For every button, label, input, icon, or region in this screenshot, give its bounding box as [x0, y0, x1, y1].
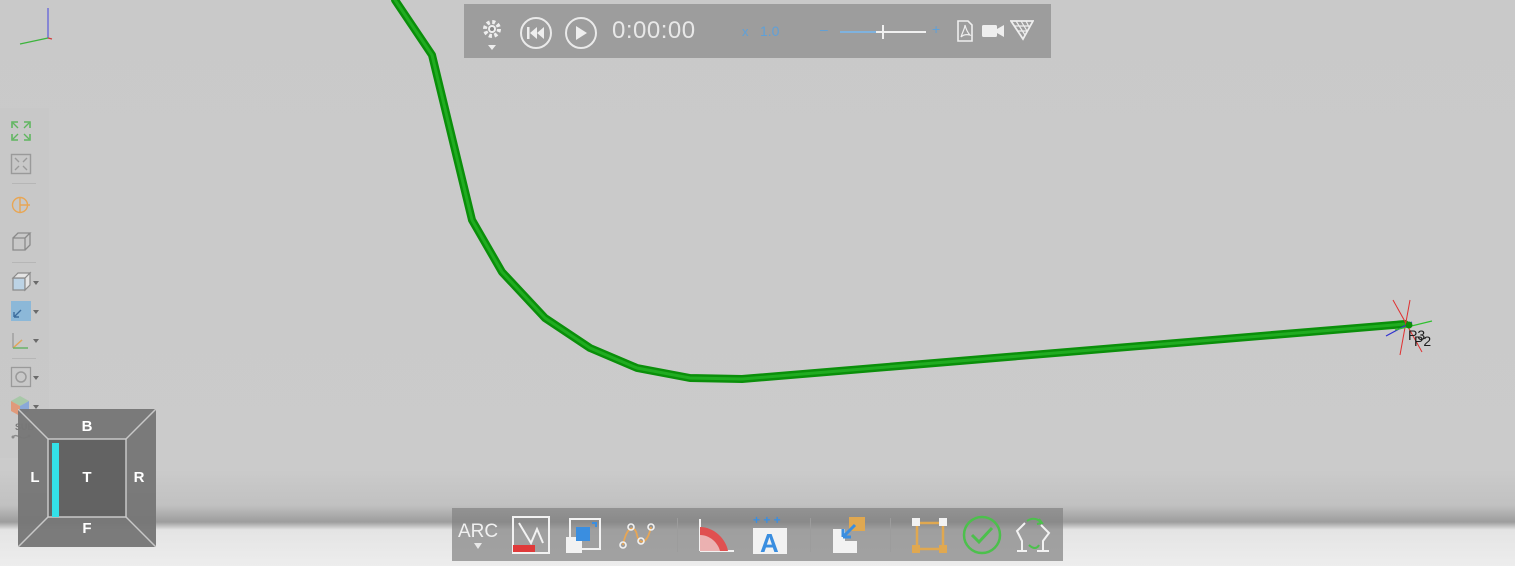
- speed-prefix: x: [742, 24, 749, 39]
- point-label-p2: P2: [1414, 333, 1432, 349]
- rewind-icon: [527, 27, 544, 39]
- play-icon: [576, 26, 587, 40]
- angle-icon: [699, 519, 734, 552]
- slider-thumb[interactable]: [882, 25, 884, 39]
- shaded-cube-dropdown-icon[interactable]: [10, 269, 42, 295]
- zoom-extents-icon[interactable]: [10, 151, 42, 177]
- path-edit-icon: [512, 516, 550, 554]
- add-text-button[interactable]: + + + A: [748, 514, 792, 556]
- angle-tool-button[interactable]: [694, 514, 738, 556]
- view-left-label[interactable]: L: [25, 469, 45, 486]
- camera-focus-dropdown-icon[interactable]: [10, 364, 42, 390]
- transform-icon: [566, 518, 601, 553]
- slider-minus[interactable]: –: [820, 21, 828, 37]
- zoom-fit-icon[interactable]: [10, 118, 42, 144]
- settings-gear-icon[interactable]: [478, 16, 506, 52]
- edit-path-button[interactable]: [509, 514, 553, 556]
- display-mode-dropdown-icon[interactable]: [10, 298, 42, 324]
- 3d-viewport[interactable]: P3 P2 0:00:00 x 1.0 – + B L T R F ARC + …: [0, 0, 1515, 566]
- bottom-toolbar: ARC + + + A: [452, 508, 1063, 561]
- robot-simulation-button[interactable]: [1012, 514, 1056, 556]
- axis-triad-icon: [19, 8, 53, 45]
- pdf-export-icon[interactable]: [954, 18, 976, 44]
- transform-path-button[interactable]: [562, 514, 606, 556]
- section-view-icon[interactable]: [10, 192, 42, 218]
- speed-value[interactable]: 1.0: [760, 23, 779, 39]
- text-a-icon: + + + A: [753, 514, 787, 556]
- axis-display-dropdown-icon[interactable]: [10, 327, 42, 353]
- svg-text:+ + +: + + +: [753, 514, 781, 527]
- checkmark-circle-icon: [962, 515, 1002, 555]
- robot-arms-icon: [1015, 517, 1051, 552]
- view-back-label[interactable]: B: [77, 418, 97, 435]
- view-top-label[interactable]: T: [77, 469, 97, 486]
- slider-plus[interactable]: +: [932, 21, 940, 37]
- arc-label: ARC: [457, 521, 499, 542]
- video-camera-icon[interactable]: [980, 21, 1006, 41]
- selection-frame-icon: [912, 518, 947, 553]
- rewind-button[interactable]: [520, 17, 552, 49]
- view-right-label[interactable]: R: [129, 469, 149, 486]
- points-curve-button[interactable]: [615, 514, 659, 556]
- scene-canvas[interactable]: [0, 0, 1515, 566]
- import-button[interactable]: [827, 514, 871, 556]
- svg-text:A: A: [760, 528, 779, 556]
- confirm-button[interactable]: [960, 514, 1004, 556]
- wireframe-cube-icon[interactable]: [10, 229, 42, 255]
- import-icon: [833, 517, 865, 553]
- playback-toolbar: 0:00:00 x 1.0 – +: [464, 4, 1051, 58]
- speed-slider[interactable]: – +: [820, 21, 946, 42]
- select-frame-button[interactable]: [907, 514, 951, 556]
- chevron-down-icon: [474, 543, 482, 549]
- curve-points-icon: [619, 523, 655, 549]
- play-button[interactable]: [565, 17, 597, 49]
- mesh-render-icon[interactable]: [1009, 18, 1035, 42]
- view-front-label[interactable]: F: [77, 520, 97, 537]
- left-view-toolbar: SUB: [0, 108, 49, 458]
- arc-dropdown-button[interactable]: ARC: [456, 514, 500, 556]
- view-cube[interactable]: B L T R F: [18, 409, 156, 547]
- playback-time: 0:00:00: [612, 17, 696, 44]
